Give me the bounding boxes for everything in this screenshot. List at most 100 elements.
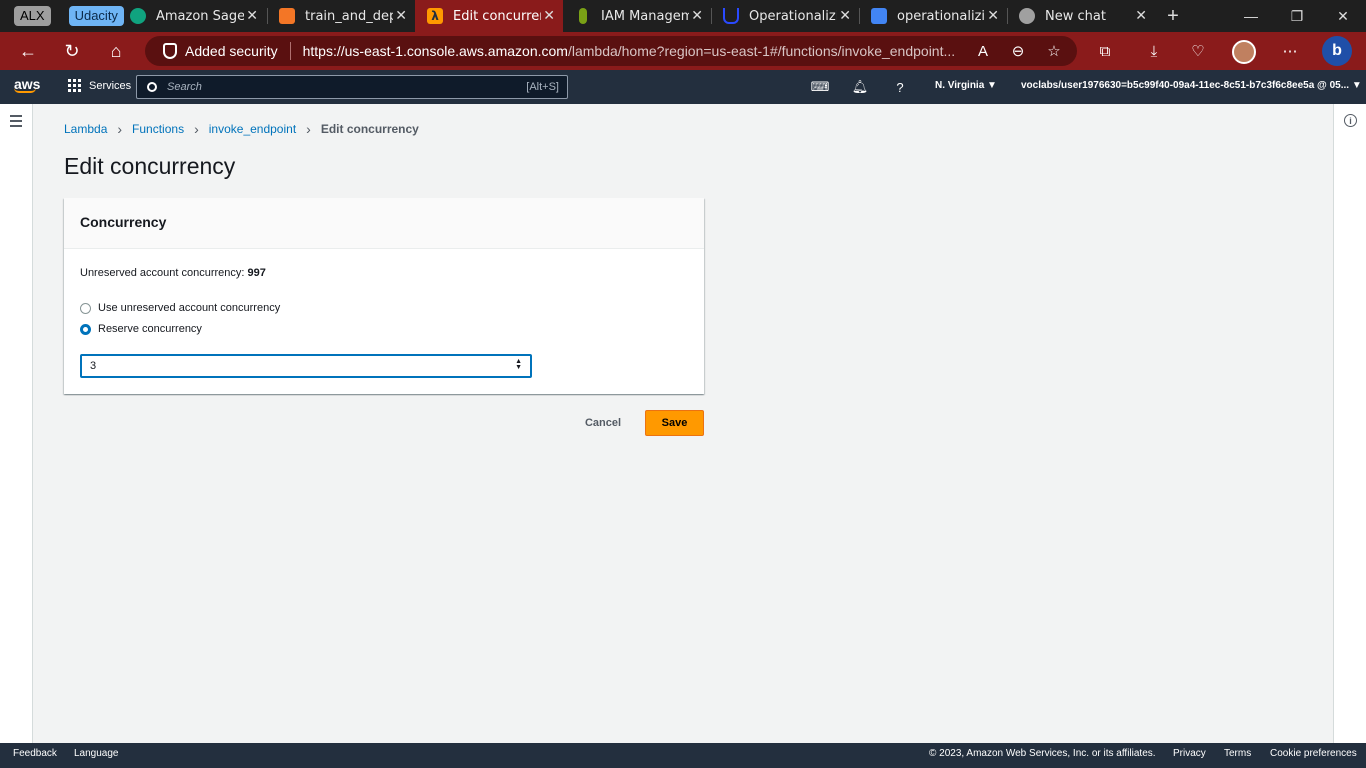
left-navigation-rail xyxy=(0,104,33,743)
iam-icon xyxy=(579,8,587,24)
radio-use-unreserved[interactable]: Use unreserved account concurrency xyxy=(80,302,280,314)
account-menu[interactable]: voclabs/user1976630=b5c99f40-09a4-11ec-8… xyxy=(1021,80,1362,91)
favorite-add-icon[interactable]: ☆ xyxy=(1041,38,1067,64)
downloads-icon[interactable]: ⤓ xyxy=(1141,38,1167,64)
close-icon[interactable]: ✕ xyxy=(839,8,851,24)
notebook-icon xyxy=(279,8,295,24)
tab-edit-concurrency[interactable]: λ Edit concurrency ✕ xyxy=(415,0,563,32)
new-tab-button[interactable]: + xyxy=(1150,0,1196,32)
chevron-right-icon: › xyxy=(117,121,123,137)
tab-label: Edit concurrency xyxy=(453,8,541,24)
radio-reserve-concurrency[interactable]: Reserve concurrency xyxy=(80,323,202,335)
aws-logo-text: aws xyxy=(14,76,41,92)
panel-header: Concurrency xyxy=(64,198,704,249)
services-menu[interactable]: Services xyxy=(68,79,131,92)
search-placeholder: Search xyxy=(167,81,202,93)
close-icon[interactable]: ✕ xyxy=(395,8,407,24)
console-footer: Feedback Language © 2023, Amazon Web Ser… xyxy=(0,743,1366,768)
privacy-link[interactable]: Privacy xyxy=(1173,748,1206,759)
more-options-icon[interactable]: ⋯ xyxy=(1277,38,1303,64)
close-icon[interactable]: ✕ xyxy=(246,8,258,24)
radio-button[interactable] xyxy=(80,302,91,314)
copyright-text: © 2023, Amazon Web Services, Inc. or its… xyxy=(929,748,1156,759)
radio-label: Use unreserved account concurrency xyxy=(98,302,281,314)
tab-group-alx[interactable]: ALX xyxy=(14,6,51,26)
breadcrumb-lambda[interactable]: Lambda xyxy=(64,122,107,136)
radio-button-selected[interactable] xyxy=(80,323,91,335)
home-button[interactable]: ⌂ xyxy=(96,32,136,70)
services-label: Services xyxy=(89,79,132,92)
aws-logo[interactable]: aws xyxy=(14,76,40,93)
tab-iam-management[interactable]: IAM Management ✕ xyxy=(563,0,711,32)
security-label: Added security xyxy=(185,43,278,59)
minimize-button[interactable]: — xyxy=(1228,0,1274,32)
breadcrumb: Lambda › Functions › invoke_endpoint › E… xyxy=(64,121,419,137)
search-icon xyxy=(147,82,157,92)
close-window-button[interactable]: ✕ xyxy=(1320,0,1366,32)
close-icon[interactable]: ✕ xyxy=(987,8,999,24)
reserved-concurrency-input[interactable]: 3 ▲ ▼ xyxy=(80,354,532,378)
search-input[interactable]: Search [Alt+S] xyxy=(136,75,568,99)
chatgpt-icon xyxy=(1019,8,1035,24)
cancel-button[interactable]: Cancel xyxy=(575,410,631,436)
menu-icon[interactable] xyxy=(10,115,22,130)
unreserved-value: 997 xyxy=(247,267,266,279)
language-link[interactable]: Language xyxy=(74,748,119,759)
notifications-icon[interactable]: 🔔︎ xyxy=(850,77,870,97)
zoom-icon[interactable]: ⊖ xyxy=(1005,38,1031,64)
lambda-icon: λ xyxy=(427,8,443,24)
tab-label: train_and_deploy xyxy=(305,8,393,24)
restore-button[interactable]: ❐ xyxy=(1274,0,1320,32)
url-text: https://us-east-1.console.aws.amazon.com… xyxy=(303,43,963,59)
tab-label: Amazon SageMaker xyxy=(156,8,244,24)
tab-group-udacity[interactable]: Udacity xyxy=(68,6,124,26)
unreserved-concurrency: Unreserved account concurrency: 997 xyxy=(80,267,266,279)
udacity-icon xyxy=(723,8,739,24)
terms-link[interactable]: Terms xyxy=(1224,748,1251,759)
region-selector[interactable]: N. Virginia ▼ xyxy=(935,80,997,91)
url-path: /lambda/home?region=us-east-1#/functions… xyxy=(567,43,956,59)
tab-train-and-deploy[interactable]: train_and_deploy ✕ xyxy=(267,0,415,32)
close-icon[interactable]: ✕ xyxy=(543,8,555,24)
shield-icon xyxy=(163,43,177,59)
close-icon[interactable]: ✕ xyxy=(1135,8,1147,24)
profile-avatar[interactable] xyxy=(1232,40,1256,64)
bing-icon[interactable]: b xyxy=(1322,36,1352,66)
read-aloud-icon[interactable]: A xyxy=(970,38,996,64)
address-bar[interactable]: Added security https://us-east-1.console… xyxy=(145,36,1077,66)
tab-amazon-sagemaker[interactable]: Amazon SageMaker ✕ xyxy=(118,0,266,32)
search-shortcut: [Alt+S] xyxy=(526,81,559,93)
breadcrumb-current: Edit concurrency xyxy=(320,122,419,136)
tab-new-chat[interactable]: New chat ✕ xyxy=(1007,0,1155,32)
feedback-link[interactable]: Feedback xyxy=(13,748,57,759)
help-icon[interactable]: ? xyxy=(890,77,910,97)
extensions-icon[interactable]: ⧉ xyxy=(1092,38,1118,64)
tab-label: operationalizing xyxy=(897,8,985,24)
url-host: https://us-east-1.console.aws.amazon.com xyxy=(302,43,568,59)
health-icon[interactable]: ♡ xyxy=(1185,38,1211,64)
chevron-right-icon: › xyxy=(194,121,199,137)
cookie-preferences-link[interactable]: Cookie preferences xyxy=(1270,748,1357,759)
right-tools-rail xyxy=(1333,104,1366,743)
unreserved-label: Unreserved account concurrency: xyxy=(80,267,245,279)
grid-icon xyxy=(68,79,81,92)
tab-operationalizing-udacity[interactable]: Operationalizing ✕ xyxy=(711,0,859,32)
back-button[interactable]: ← xyxy=(8,32,48,70)
tab-label: Operationalizing xyxy=(749,8,837,24)
tab-operationalizing-docs[interactable]: operationalizing ✕ xyxy=(859,0,1007,32)
page-title: Edit concurrency xyxy=(64,153,236,179)
spinner-icon[interactable]: ▲ ▼ xyxy=(515,358,522,371)
chatgpt-icon xyxy=(130,8,146,24)
tab-label: New chat xyxy=(1045,8,1106,24)
concurrency-panel: Concurrency Unreserved account concurren… xyxy=(64,198,704,394)
save-button[interactable]: Save xyxy=(645,410,704,436)
info-icon[interactable]: i xyxy=(1344,114,1357,127)
refresh-button[interactable]: ↻ xyxy=(52,32,92,70)
cloudshell-icon[interactable]: ⌨ xyxy=(810,77,830,97)
reserved-concurrency-value: 3 xyxy=(90,360,97,372)
breadcrumb-functions[interactable]: Functions xyxy=(132,122,184,136)
close-icon[interactable]: ✕ xyxy=(691,8,703,24)
security-indicator[interactable]: Added security xyxy=(163,43,278,59)
breadcrumb-invoke-endpoint[interactable]: invoke_endpoint xyxy=(209,122,296,136)
tab-label: IAM Management xyxy=(601,8,689,24)
